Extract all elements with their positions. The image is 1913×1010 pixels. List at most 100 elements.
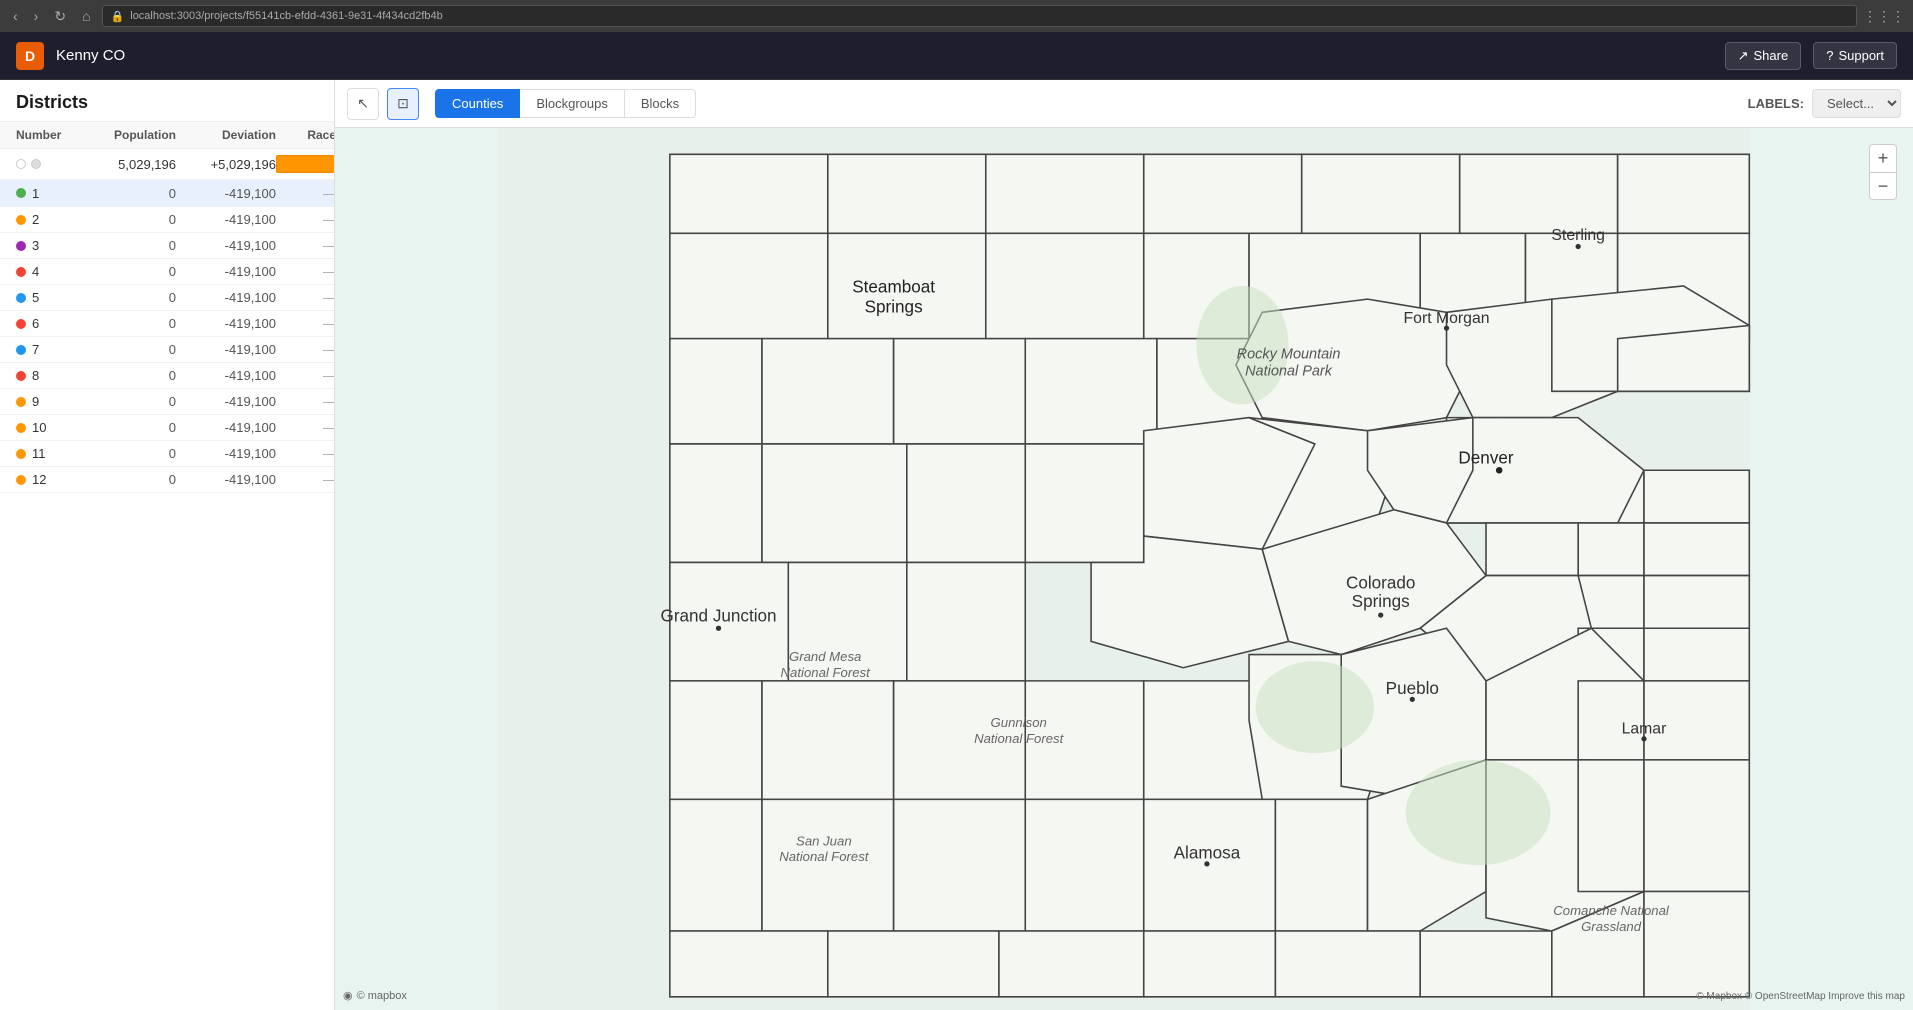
col-population: Population (76, 128, 176, 142)
reload-button[interactable]: ↻ (49, 6, 71, 27)
table-header: Number Population Deviation Race Comp. (0, 122, 334, 149)
district-row[interactable]: 4 0 -419,100 — — (0, 259, 334, 285)
label-pueblo: Pueblo (1386, 679, 1439, 698)
district-race-12: — (276, 472, 334, 487)
district-dot-3 (16, 241, 26, 251)
select-tool-button[interactable]: ⊡ (387, 88, 419, 120)
tab-counties[interactable]: Counties (435, 89, 520, 118)
district-race-9: — (276, 394, 334, 409)
district-dev-5: -419,100 (176, 290, 276, 305)
district-list: 1 0 -419,100 — 🔒 2 0 -419,100 — — 3 0 -4… (0, 180, 334, 1010)
district-dot-6 (16, 319, 26, 329)
district-race-7: — (276, 342, 334, 357)
district-number-7: 7 (16, 342, 76, 357)
district-row[interactable]: 2 0 -419,100 — — (0, 207, 334, 233)
dot-denver (1496, 467, 1503, 474)
help-icon: ? (1826, 48, 1833, 63)
district-pop-8: 0 (76, 368, 176, 383)
summary-population: 5,029,196 (76, 157, 176, 172)
district-pop-4: 0 (76, 264, 176, 279)
district-number-9: 9 (16, 394, 76, 409)
label-steamboat-springs-2: Springs (865, 297, 923, 316)
dot-colorado-springs (1378, 612, 1383, 617)
unassigned-radio-off (16, 159, 26, 169)
district-number-3: 3 (16, 238, 76, 253)
tab-blockgroups[interactable]: Blockgroups (520, 89, 625, 118)
map-zoom-controls: + − (1869, 144, 1897, 200)
label-alamosa: Alamosa (1174, 844, 1241, 863)
district-row[interactable]: 7 0 -419,100 — — (0, 337, 334, 363)
dot-grand-junction (716, 626, 721, 631)
district-row[interactable]: 1 0 -419,100 — 🔒 (0, 180, 334, 207)
district-dot-12 (16, 475, 26, 485)
tab-blocks[interactable]: Blocks (625, 89, 696, 118)
district-row[interactable]: 6 0 -419,100 — — (0, 311, 334, 337)
toolbar: ↖ ⊡ Counties Blockgroups Blocks LABELS: … (335, 80, 1913, 128)
district-dev-3: -419,100 (176, 238, 276, 253)
district-row[interactable]: 12 0 -419,100 — — (0, 467, 334, 493)
district-dev-6: -419,100 (176, 316, 276, 331)
district-race-4: — (276, 264, 334, 279)
district-race-5: — (276, 290, 334, 305)
summary-row: 5,029,196 +5,029,196 — (0, 149, 334, 180)
pan-tool-button[interactable]: ↖ (347, 88, 379, 120)
pan-icon: ↖ (357, 95, 369, 112)
district-dev-8: -419,100 (176, 368, 276, 383)
district-row[interactable]: 10 0 -419,100 — — (0, 415, 334, 441)
zoom-out-button[interactable]: − (1869, 172, 1897, 200)
dot-sterling (1576, 244, 1581, 249)
district-row[interactable]: 9 0 -419,100 — — (0, 389, 334, 415)
district-number-10: 10 (16, 420, 76, 435)
district-dev-12: -419,100 (176, 472, 276, 487)
district-number-1: 1 (16, 186, 76, 201)
label-rocky-mountain: Rocky Mountain (1237, 346, 1341, 362)
labels-select[interactable]: Select... (1812, 89, 1901, 118)
district-row[interactable]: 5 0 -419,100 — — (0, 285, 334, 311)
attribution-text: © Mapbox © OpenStreetMap Improve this ma… (1696, 991, 1905, 1002)
support-button[interactable]: ? Support (1813, 42, 1897, 69)
district-number-2: 2 (16, 212, 76, 227)
url-text: localhost:3003/projects/f55141cb-efdd-43… (130, 10, 443, 22)
share-button[interactable]: ↗ Share (1725, 42, 1802, 70)
district-number-8: 8 (16, 368, 76, 383)
dot-pueblo (1410, 697, 1415, 702)
district-dot-4 (16, 267, 26, 277)
app-header: D Kenny CO ↗ Share ? Support (0, 32, 1913, 80)
label-steamboat-springs: Steamboat (852, 278, 935, 297)
district-race-11: — (276, 446, 334, 461)
district-number-5: 5 (16, 290, 76, 305)
map-area[interactable]: Steamboat Springs Sterling Fort Morgan R… (335, 128, 1913, 1010)
back-button[interactable]: ‹ (8, 6, 23, 26)
label-grand-mesa: Grand Mesa (789, 649, 861, 664)
menu-icon[interactable]: ⋮⋮⋮ (1863, 8, 1905, 25)
home-button[interactable]: ⌂ (77, 6, 95, 26)
district-dot-1 (16, 188, 26, 198)
district-race-1: — (276, 186, 334, 201)
select-icon: ⊡ (397, 95, 409, 112)
label-colorado-springs: Colorado (1346, 574, 1415, 593)
district-dev-7: -419,100 (176, 342, 276, 357)
district-number-6: 6 (16, 316, 76, 331)
district-pop-9: 0 (76, 394, 176, 409)
col-deviation: Deviation (176, 128, 276, 142)
district-dev-4: -419,100 (176, 264, 276, 279)
district-dev-10: -419,100 (176, 420, 276, 435)
sidebar-title: Districts (0, 80, 334, 122)
zoom-in-button[interactable]: + (1869, 144, 1897, 172)
district-dev-11: -419,100 (176, 446, 276, 461)
district-pop-1: 0 (76, 186, 176, 201)
forest-area-2 (1256, 661, 1374, 753)
district-number-11: 11 (16, 446, 76, 461)
district-race-8: — (276, 368, 334, 383)
district-dot-5 (16, 293, 26, 303)
forest-area-3 (1406, 760, 1551, 865)
app-logo: D (16, 42, 44, 70)
district-dot-2 (16, 215, 26, 225)
district-row[interactable]: 8 0 -419,100 — — (0, 363, 334, 389)
district-row[interactable]: 11 0 -419,100 — — (0, 441, 334, 467)
main-layout: Districts Number Population Deviation Ra… (0, 80, 1913, 1010)
dot-alamosa (1204, 861, 1209, 866)
district-row[interactable]: 3 0 -419,100 — — (0, 233, 334, 259)
forward-button[interactable]: › (29, 6, 44, 26)
district-dev-1: -419,100 (176, 186, 276, 201)
